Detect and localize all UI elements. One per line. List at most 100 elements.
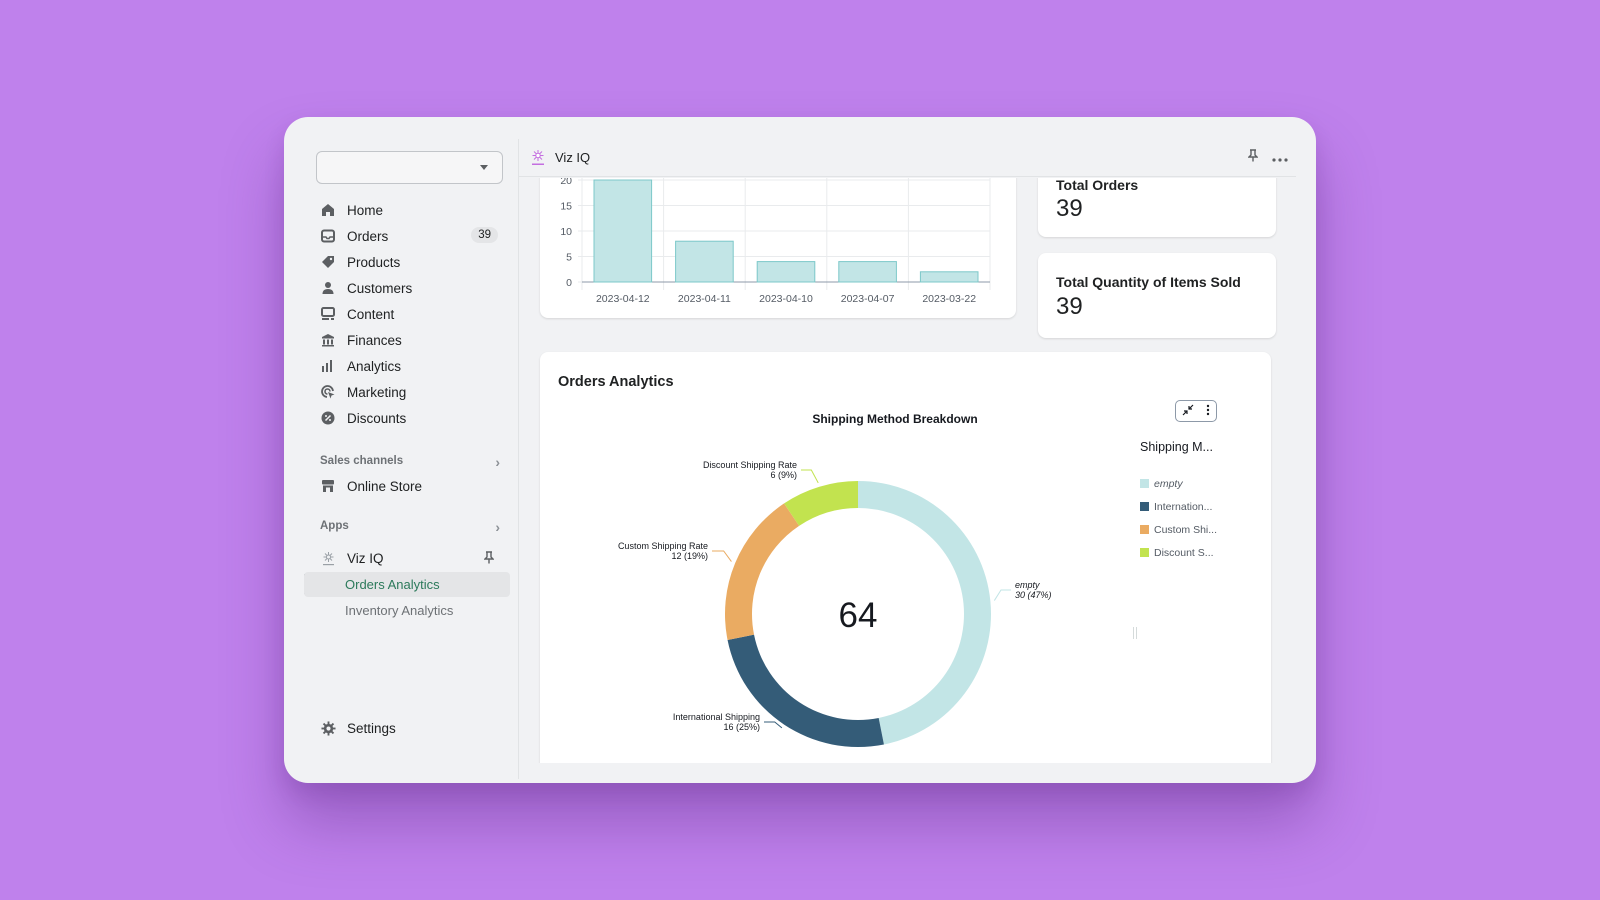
apps-heading[interactable]: Apps › (320, 519, 500, 535)
bar (838, 261, 897, 283)
content-image-icon (320, 306, 336, 322)
legend-label: Internation... (1154, 500, 1213, 513)
main-content: 0 5 10 15 20 2023-04-12 2023-04-11 2023-04-10 20… (519, 178, 1296, 763)
nav-label: Settings (347, 720, 396, 736)
y-tick-label: 20 (560, 178, 572, 187)
nav-label: Products (347, 254, 401, 270)
legend-swatch (1140, 502, 1149, 511)
legend-item[interactable]: Custom Shi... (1140, 518, 1260, 541)
chart-legend: Shipping M... empty Internation... Custom … (1140, 440, 1260, 564)
nav-label: Content (347, 306, 395, 322)
nav-item-viz-iq[interactable]: Viz IQ (312, 545, 498, 571)
nav-subitem-orders-analytics[interactable]: Orders Analytics (304, 572, 510, 597)
viz-iq-logo-icon (529, 149, 547, 167)
bank-icon (320, 332, 336, 348)
legend-title: Shipping M... (1140, 440, 1213, 454)
sales-channels-label: Sales channels (320, 455, 404, 467)
bar-chart-icon (320, 358, 336, 374)
slice-label-name: empty (1015, 580, 1040, 590)
nav-item-customers[interactable]: Customers (312, 275, 498, 301)
slice-label-value: 6 (9%) (770, 470, 797, 480)
nav-item-analytics[interactable]: Analytics (312, 353, 498, 379)
stat-value: 39 (1056, 293, 1083, 320)
legend-item[interactable]: empty (1140, 472, 1260, 495)
bar (919, 271, 979, 283)
chevron-right-icon[interactable]: › (495, 454, 500, 470)
discount-percent-icon (320, 410, 336, 426)
nav-item-finances[interactable]: Finances (312, 327, 498, 353)
donut-slice (784, 481, 858, 526)
donut-slice (858, 481, 991, 745)
nav-label: Marketing (347, 384, 407, 400)
donut-center-total: 64 (839, 596, 878, 635)
nav-item-online-store[interactable]: Online Store (312, 473, 498, 499)
legend-swatch (1140, 525, 1149, 534)
x-tick-label: 2023-04-10 (759, 293, 813, 305)
x-tick-label: 2023-04-11 (678, 293, 731, 305)
x-tick-label: 2023-04-12 (596, 293, 650, 305)
header-actions (1247, 149, 1288, 165)
apps-label: Apps (320, 520, 349, 532)
nav-item-settings[interactable]: Settings (312, 715, 498, 741)
nav-item-content[interactable]: Content (312, 301, 498, 327)
legend-swatch (1140, 479, 1149, 488)
caret-down-icon (480, 165, 488, 170)
nav-label: Orders (347, 228, 389, 244)
subitem-label: Inventory Analytics (345, 603, 454, 618)
sales-channels-heading[interactable]: Sales channels › (320, 454, 500, 470)
pin-icon[interactable] (483, 551, 495, 567)
x-tick-label: 2023-04-07 (841, 293, 895, 305)
y-tick-label: 15 (560, 201, 572, 213)
target-cursor-icon (320, 384, 336, 400)
y-tick-label: 10 (560, 226, 572, 238)
legend-label: empty (1154, 477, 1183, 490)
stat-label: Total Orders (1056, 178, 1139, 193)
shipping-donut-chart: empty30 (47%) International Shipping16 (2… (618, 460, 1052, 747)
nav-label: Discounts (347, 410, 407, 426)
store-selector-dropdown[interactable] (316, 151, 503, 184)
nav-item-products[interactable]: Products (312, 249, 498, 275)
nav-item-orders[interactable]: Orders 39 (312, 223, 498, 249)
leader-line (764, 721, 783, 729)
donut-slice (725, 503, 800, 640)
pin-icon[interactable] (1247, 149, 1259, 165)
leader-line (993, 589, 1011, 601)
total-quantity-card: Total Quantity of Items Sold 39 (1038, 253, 1276, 338)
nav-item-discounts[interactable]: Discounts (312, 405, 498, 431)
legend-swatch (1140, 548, 1149, 557)
chevron-right-icon[interactable]: › (495, 519, 500, 535)
slice-label-value: 12 (19%) (671, 551, 708, 561)
app-window: Home Orders 39 Products Customers Conten… (284, 117, 1316, 783)
home-icon (320, 202, 336, 218)
nav-label: Analytics (347, 358, 402, 374)
main-nav: Home Orders 39 Products Customers Conten… (312, 197, 498, 431)
nav-subitem-inventory-analytics[interactable]: Inventory Analytics (304, 598, 510, 623)
resize-handle[interactable] (1133, 627, 1137, 639)
bar (756, 261, 816, 283)
slice-label-name: Custom Shipping Rate (618, 541, 708, 551)
nav-item-home[interactable]: Home (312, 197, 498, 223)
slice-label-name: Discount Shipping Rate (703, 460, 797, 470)
orders-count-badge: 39 (471, 227, 498, 243)
collapse-arrows-icon[interactable] (1182, 404, 1194, 419)
subitem-label: Orders Analytics (345, 577, 440, 592)
y-tick-label: 0 (566, 277, 572, 289)
nav-label: Home (347, 202, 384, 218)
legend-item[interactable]: Discount S... (1140, 541, 1260, 564)
leader-line (801, 469, 819, 484)
slice-label-value: 30 (47%) (1015, 590, 1052, 600)
total-orders-card: Total Orders 39 (1038, 178, 1276, 237)
legend-item[interactable]: Internation... (1140, 495, 1260, 518)
y-tick-label: 5 (566, 252, 572, 264)
more-horizontal-icon[interactable] (1272, 149, 1288, 165)
nav-label: Online Store (347, 478, 423, 494)
nav-item-marketing[interactable]: Marketing (312, 379, 498, 405)
more-vertical-icon[interactable] (1206, 404, 1210, 419)
nav-label: Customers (347, 280, 413, 296)
x-tick-label: 2023-03-22 (922, 293, 976, 305)
app-header: Viz IQ (519, 139, 1296, 177)
person-icon (320, 280, 336, 296)
legend-label: Discount S... (1154, 546, 1214, 559)
slice-label-name: International Shipping (673, 712, 760, 722)
viz-iq-logo-icon (320, 550, 336, 566)
